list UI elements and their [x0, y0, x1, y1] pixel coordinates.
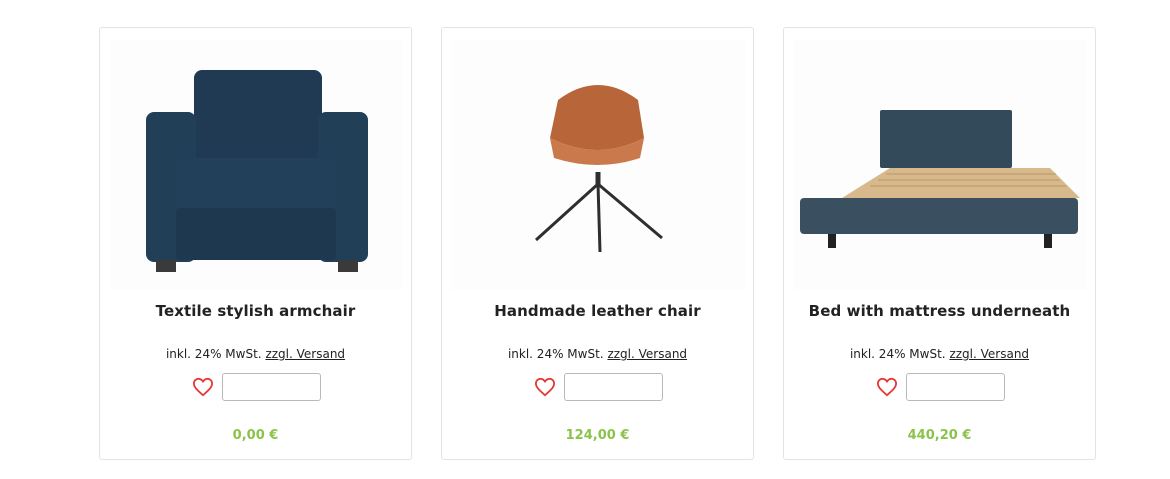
tax-text: inkl. 24% MwSt.	[849, 347, 946, 361]
tax-info: inkl. 24% MwSt. zzgl. Versand	[100, 347, 411, 361]
shipping-link[interactable]: zzgl. Versand	[607, 347, 687, 361]
tax-info: inkl. 24% MwSt. zzgl. Versand	[784, 347, 1095, 361]
quantity-input[interactable]	[906, 373, 1005, 401]
tax-info: inkl. 24% MwSt. zzgl. Versand	[442, 347, 753, 361]
product-actions	[784, 373, 1095, 401]
bed-image[interactable]	[794, 40, 1087, 290]
product-price: 440,20 €	[907, 428, 972, 443]
product-title[interactable]: Bed with mattress underneath	[784, 302, 1095, 320]
product-actions	[100, 373, 411, 401]
product-card[interactable]: Handmade leather chair inkl. 24% MwSt. z…	[441, 27, 754, 460]
armchair-image[interactable]	[110, 40, 403, 290]
heart-icon[interactable]	[192, 377, 214, 397]
product-price: 0,00 €	[232, 428, 279, 443]
product-card[interactable]: Textile stylish armchair inkl. 24% MwSt.…	[99, 27, 412, 460]
quantity-input[interactable]	[564, 373, 663, 401]
product-grid: Textile stylish armchair inkl. 24% MwSt.…	[0, 0, 1170, 479]
tax-text: inkl. 24% MwSt.	[507, 347, 604, 361]
tax-text: inkl. 24% MwSt.	[165, 347, 262, 361]
heart-icon[interactable]	[876, 377, 898, 397]
heart-icon[interactable]	[534, 377, 556, 397]
quantity-input[interactable]	[222, 373, 321, 401]
shipping-link[interactable]: zzgl. Versand	[949, 347, 1029, 361]
leather-chair-image[interactable]	[452, 40, 745, 290]
product-title[interactable]: Textile stylish armchair	[100, 302, 411, 320]
product-card[interactable]: Bed with mattress underneath inkl. 24% M…	[783, 27, 1096, 460]
shipping-link[interactable]: zzgl. Versand	[265, 347, 345, 361]
product-actions	[442, 373, 753, 401]
product-price: 124,00 €	[565, 428, 630, 443]
product-title[interactable]: Handmade leather chair	[442, 302, 753, 320]
